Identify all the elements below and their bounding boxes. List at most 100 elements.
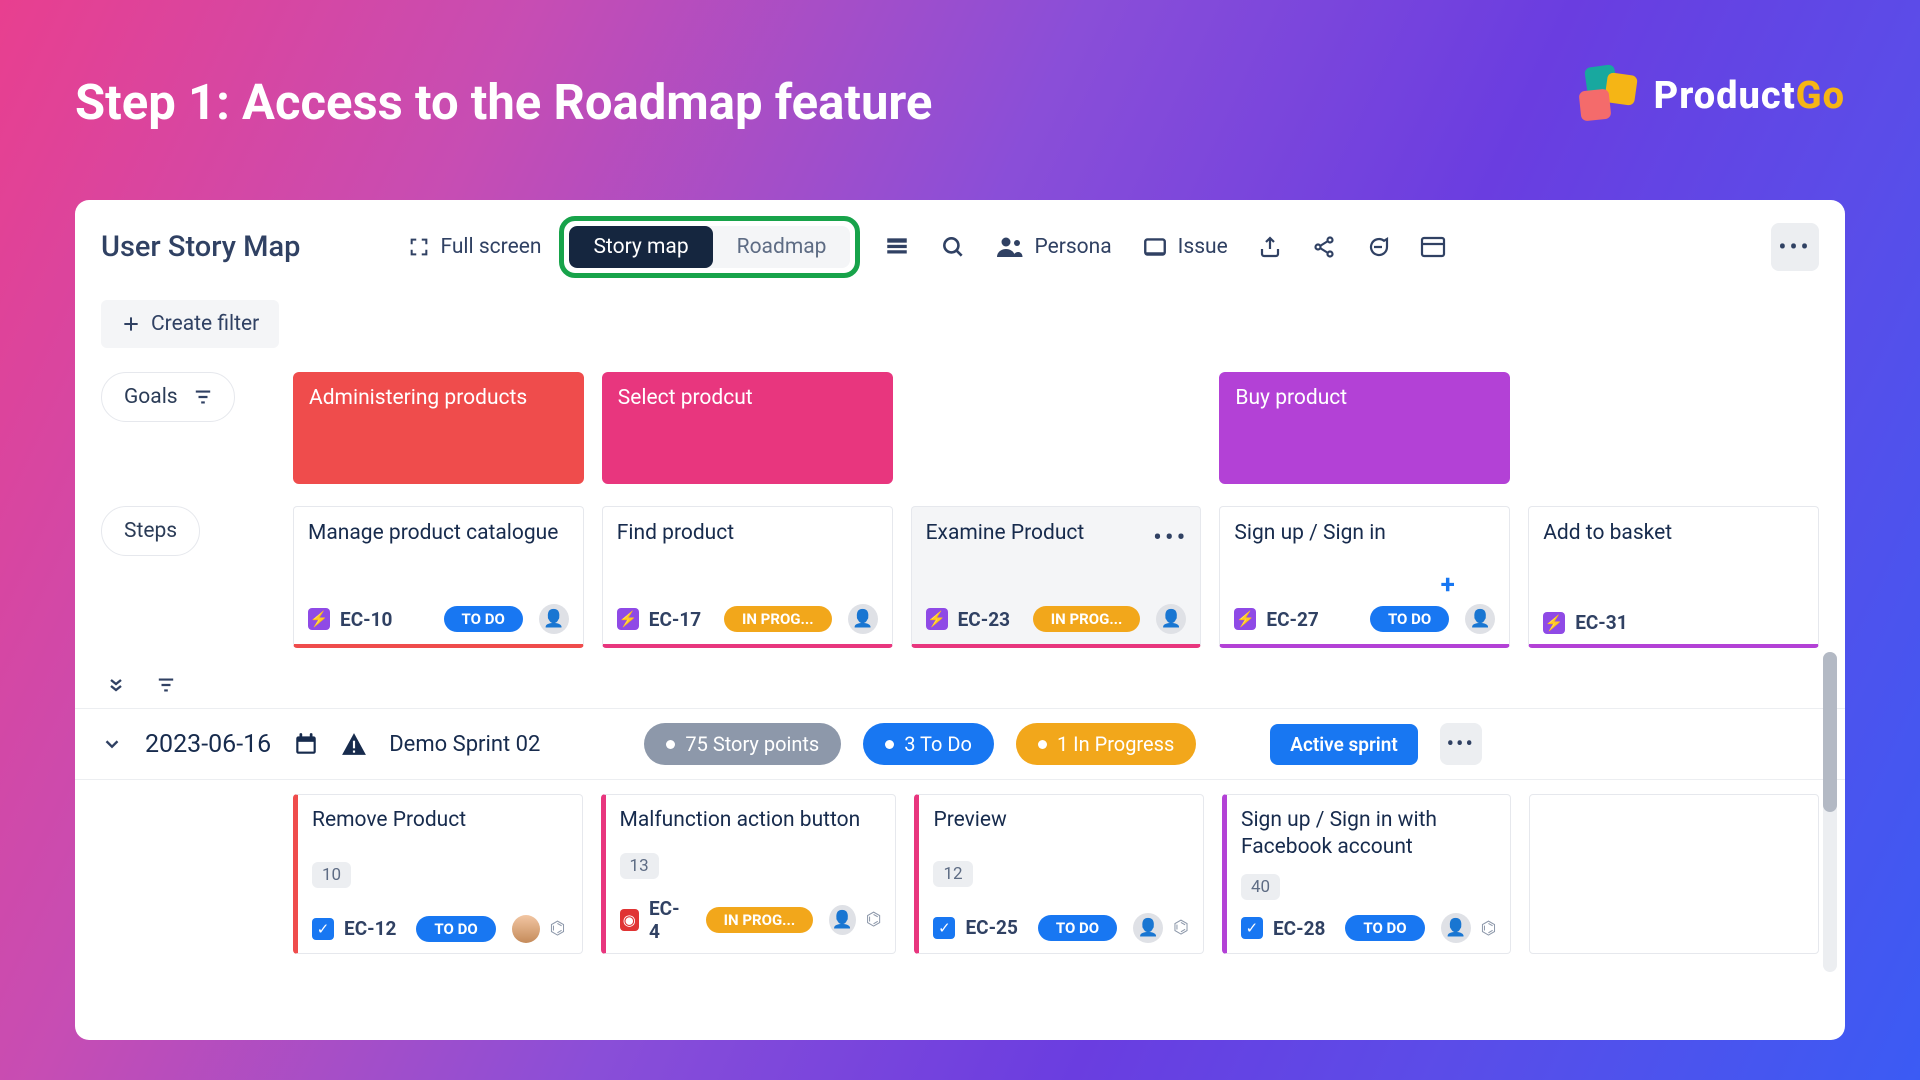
subtasks-icon[interactable]: ⌬ [866, 909, 882, 930]
story-points: 13 [620, 853, 659, 879]
calendar-icon[interactable] [293, 731, 319, 757]
assignee-icon[interactable]: 👤 [539, 604, 569, 634]
comment-icon[interactable] [1366, 235, 1390, 259]
story-card[interactable]: Sign up / Sign in with Facebook account … [1222, 794, 1512, 954]
steps-lane-label[interactable]: Steps [101, 506, 200, 556]
issue-key: EC-28 [1273, 917, 1325, 940]
goal-title: Buy product [1235, 386, 1347, 410]
status-pill: TO DO [1038, 915, 1117, 941]
story-points: 10 [312, 862, 351, 888]
active-sprint-button[interactable]: Active sprint [1270, 724, 1417, 765]
sprint-more-button[interactable]: ••• [1440, 723, 1482, 765]
search-icon[interactable] [940, 234, 966, 260]
brand-tiles-icon [1576, 66, 1640, 126]
status-pill: TO DO [444, 606, 523, 632]
story-title: Preview [933, 807, 1189, 834]
goal-card[interactable]: Administering products [293, 372, 584, 484]
epic-icon: ⚡ [1234, 608, 1256, 630]
persona-button[interactable]: Persona [996, 235, 1111, 259]
story-type-icon: ✓ [1241, 917, 1263, 939]
filter-icon[interactable] [194, 389, 212, 405]
assignee-icon[interactable]: 👤 [829, 905, 856, 935]
status-pill: TO DO [1370, 606, 1449, 632]
goal-card[interactable]: Select prodcut [602, 372, 893, 484]
persona-icon [996, 235, 1024, 259]
card-icon[interactable] [1420, 236, 1446, 258]
more-icon: ••• [1778, 233, 1811, 261]
view-switch: Story map Roadmap [569, 226, 850, 268]
issue-key: EC-25 [965, 916, 1017, 939]
issue-key: EC-4 [649, 897, 686, 943]
story-type-icon: ✓ [312, 918, 334, 940]
status-pill: TO DO [416, 916, 495, 942]
create-filter-button[interactable]: Create filter [101, 300, 279, 348]
epic-icon: ⚡ [617, 608, 639, 630]
app-window: User Story Map Full screen Story map Roa… [75, 200, 1845, 1040]
steps-lane-text: Steps [124, 519, 177, 543]
issue-button[interactable]: Issue [1142, 234, 1228, 260]
chevron-down-icon[interactable] [101, 733, 123, 755]
story-title: Remove Product [312, 807, 568, 834]
issue-label: Issue [1178, 235, 1228, 259]
fullscreen-label: Full screen [440, 235, 541, 259]
status-pill: IN PROG... [1033, 606, 1141, 632]
assignee-icon[interactable]: 👤 [1441, 913, 1471, 943]
share-icon[interactable] [1312, 235, 1336, 259]
sprint-header: 2023-06-16 Demo Sprint 02 75 Story point… [75, 708, 1845, 780]
goals-lane: Goals Administering products Select prod… [101, 372, 1819, 484]
step-card[interactable]: ••• Examine Product ⚡ EC-23 IN PROG... 👤 [911, 506, 1202, 648]
story-card[interactable]: Malfunction action button 13 ◉ EC-4 IN P… [601, 794, 897, 954]
assignee-icon[interactable]: 👤 [848, 604, 878, 634]
goals-lane-label[interactable]: Goals [101, 372, 235, 422]
card-more-icon[interactable]: ••• [1153, 523, 1188, 553]
add-step-icon[interactable]: + [1441, 570, 1455, 600]
status-pill: IN PROG... [706, 907, 814, 933]
brand-name: ProductGo [1654, 74, 1845, 118]
more-menu-button[interactable]: ••• [1771, 223, 1819, 271]
subtasks-icon[interactable]: ⌬ [550, 918, 566, 939]
subtasks-icon[interactable]: ⌬ [1481, 918, 1497, 939]
step-card[interactable]: Manage product catalogue ⚡ EC-10 TO DO 👤 [293, 506, 584, 648]
status-pill: TO DO [1345, 915, 1424, 941]
todo-chip: 3 To Do [863, 723, 994, 765]
empty-story-slot[interactable] [1529, 794, 1819, 954]
story-title: Malfunction action button [620, 807, 882, 834]
subtasks-icon[interactable]: ⌬ [1173, 917, 1189, 938]
lanes-icon[interactable] [884, 234, 910, 260]
issue-key: EC-31 [1575, 611, 1627, 634]
toolbar: User Story Map Full screen Story map Roa… [75, 200, 1845, 292]
assignee-icon[interactable]: 👤 [1465, 604, 1495, 634]
fullscreen-icon [408, 236, 430, 258]
expand-all-icon[interactable] [101, 670, 131, 700]
issue-key: EC-10 [340, 608, 392, 631]
story-card[interactable]: Remove Product 10 ✓ EC-12 TO DO ⌬ [293, 794, 583, 954]
tab-story-map[interactable]: Story map [569, 226, 712, 268]
story-type-icon: ✓ [933, 917, 955, 939]
tab-roadmap[interactable]: Roadmap [713, 226, 851, 268]
epic-icon: ⚡ [1543, 612, 1565, 634]
bug-type-icon: ◉ [620, 909, 639, 931]
goal-card[interactable]: Buy product [1219, 372, 1510, 484]
step-card[interactable]: Find product ⚡ EC-17 IN PROG... 👤 [602, 506, 893, 648]
goal-title: Administering products [309, 386, 527, 410]
story-points: 12 [933, 861, 972, 887]
warning-icon[interactable] [341, 731, 367, 757]
step-card[interactable]: Add to basket ⚡ EC-31 [1528, 506, 1819, 648]
epic-icon: ⚡ [308, 608, 330, 630]
issue-key: EC-23 [958, 608, 1010, 631]
vertical-scrollbar[interactable] [1823, 652, 1837, 972]
fullscreen-button[interactable]: Full screen [408, 235, 541, 259]
assignee-icon[interactable]: 👤 [1156, 604, 1186, 634]
steps-lane: Steps Manage product catalogue ⚡ EC-10 T… [101, 506, 1819, 648]
assignee-avatar[interactable] [512, 915, 540, 943]
assignee-icon[interactable]: 👤 [1133, 913, 1163, 943]
filter-icon[interactable] [151, 670, 181, 700]
story-card[interactable]: Preview 12 ✓ EC-25 TO DO 👤 ⌬ [914, 794, 1204, 954]
step-card[interactable]: Sign up / Sign in ⚡ EC-27 TO DO 👤 [1219, 506, 1510, 648]
slide-title: Step 1: Access to the Roadmap feature [75, 74, 932, 131]
plus-icon [121, 314, 141, 334]
epic-icon: ⚡ [926, 608, 948, 630]
story-points: 40 [1241, 874, 1280, 900]
goals-lane-text: Goals [124, 385, 178, 409]
export-icon[interactable] [1258, 235, 1282, 259]
